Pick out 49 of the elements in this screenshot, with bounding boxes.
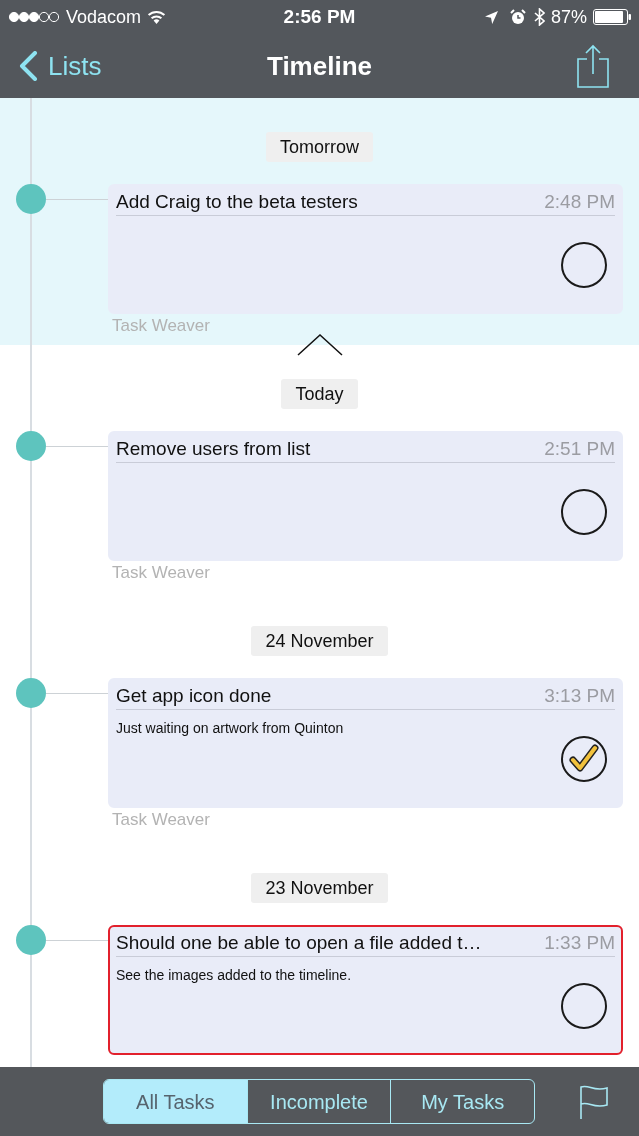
filter-tab[interactable]: All Tasks xyxy=(104,1080,247,1123)
task-time: 3:13 PM xyxy=(544,684,615,708)
screen-title: Timeline xyxy=(267,50,372,82)
back-chevron-icon xyxy=(18,51,38,81)
status-time: 2:56 PM xyxy=(283,6,356,28)
task-card[interactable]: Add Craig to the beta testers 2:48 PM xyxy=(108,184,623,314)
list-name: Task Weaver xyxy=(112,316,210,335)
flag-icon xyxy=(579,1084,609,1119)
battery-percentage: 87% xyxy=(550,6,587,28)
connector-line xyxy=(46,939,108,941)
task-title: Add Craig to the beta testers xyxy=(116,190,358,214)
task-title: Should one be able to open a file added t… xyxy=(116,931,482,955)
connector-line xyxy=(46,692,108,694)
connector-line xyxy=(46,445,108,447)
task-card[interactable]: Get app icon done 3:13 PM Just waiting on artwork from Quinton xyxy=(108,678,623,808)
circle-checkbox[interactable] xyxy=(561,242,607,288)
date-label: Today xyxy=(281,379,358,409)
task-card[interactable]: Remove users from list 2:51 PM xyxy=(108,431,623,561)
alarm-clock-icon xyxy=(509,9,526,25)
share-icon xyxy=(577,44,609,88)
location-arrow-icon xyxy=(484,10,498,24)
filter-tab[interactable]: Incomplete xyxy=(246,1080,391,1123)
up-chevron-icon[interactable] xyxy=(297,334,343,356)
date-label: Tomorrow xyxy=(266,132,373,162)
circle-checkbox[interactable] xyxy=(561,983,607,1029)
task-note: See the images added to the timeline. xyxy=(116,966,352,984)
wifi-icon xyxy=(147,10,167,24)
bluetooth-icon xyxy=(533,8,545,26)
task-time: 2:51 PM xyxy=(544,437,615,461)
circle-checkbox[interactable] xyxy=(561,736,607,782)
flag-button[interactable] xyxy=(579,1084,609,1119)
task-title: Remove users from list xyxy=(116,437,311,461)
carrier-name: Vodacom xyxy=(66,6,142,28)
date-label: 24 November xyxy=(251,626,388,656)
list-name: Task Weaver xyxy=(112,563,210,582)
signal-strength-icon xyxy=(8,11,60,23)
back-button[interactable]: Lists xyxy=(18,50,102,82)
task-time: 2:48 PM xyxy=(544,190,615,214)
filter-tab[interactable]: My Tasks xyxy=(390,1080,534,1123)
list-name: Task Weaver xyxy=(112,810,210,829)
task-card[interactable]: Should one be able to open a file added t… 1:33 PM See the images added to the timeline. xyxy=(108,925,623,1055)
battery-icon xyxy=(593,9,631,25)
date-label: 23 November xyxy=(251,873,388,903)
task-title: Get app icon done xyxy=(116,684,272,708)
share-button[interactable] xyxy=(577,44,609,88)
connector-line xyxy=(46,198,108,200)
circle-checkbox[interactable] xyxy=(561,489,607,535)
task-note: Just waiting on artwork from Quinton xyxy=(116,719,344,737)
task-time: 1:33 PM xyxy=(544,931,615,955)
